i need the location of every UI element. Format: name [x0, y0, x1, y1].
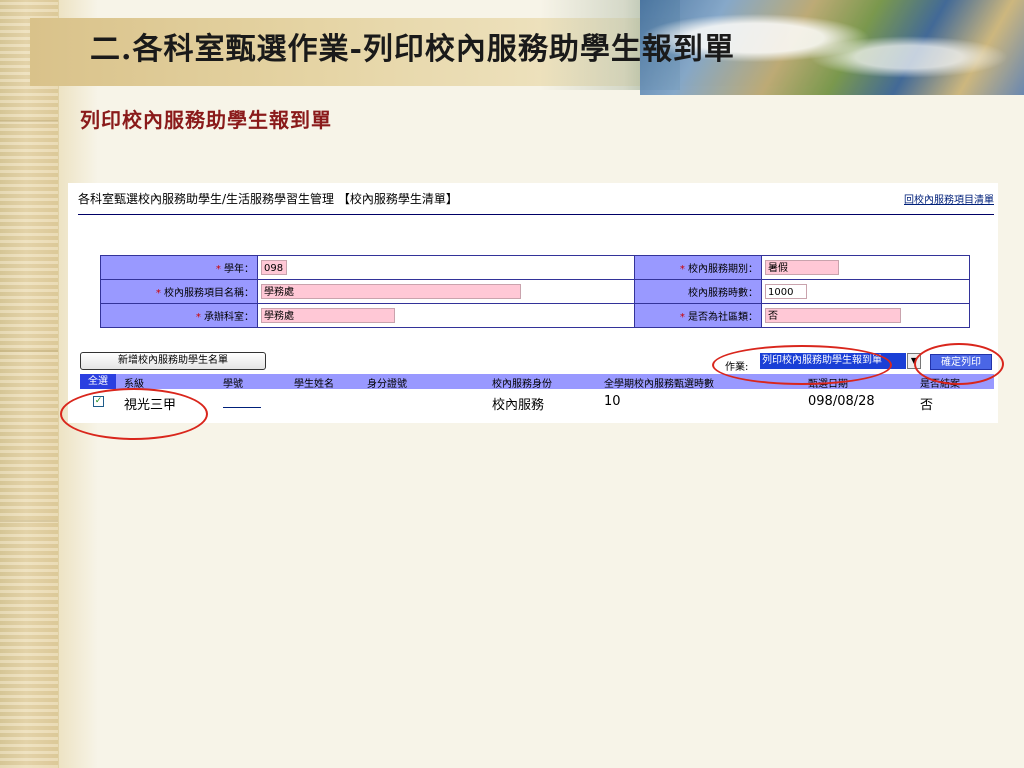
- col-student-id: 學號: [223, 379, 243, 390]
- period-label: * 校內服務期別：: [634, 255, 762, 280]
- annotation-ellipse-operation: [712, 345, 892, 385]
- office-field[interactable]: 學務處: [261, 308, 395, 323]
- back-to-list-link[interactable]: 回校內服務項目清單: [904, 191, 994, 206]
- select-all-button[interactable]: 全選: [80, 374, 116, 389]
- col-semester-hours: 全學期校內服務甄選時數: [604, 379, 714, 390]
- period-field[interactable]: 暑假: [765, 260, 839, 275]
- cell-closed: 否: [920, 398, 934, 413]
- item-name-field[interactable]: 學務處: [261, 284, 521, 299]
- table-row: ✓ 視光三甲 校內服務 10 098/08/28 否: [80, 391, 994, 413]
- add-student-list-button[interactable]: 新增校內服務助學生名單: [80, 352, 266, 370]
- slide-subtitle: 列印校內服務助學生報到單: [80, 108, 332, 132]
- is-social-field[interactable]: 否: [765, 308, 901, 323]
- year-label: * 學年：: [100, 255, 258, 280]
- hours-label: 校內服務時數：: [634, 279, 762, 304]
- slide-title: 二.各科室甄選作業-列印校內服務助學生報到單: [90, 32, 735, 67]
- cell-identity: 校內服務: [492, 398, 545, 413]
- item-name-label: * 校內服務項目名稱：: [100, 279, 258, 304]
- annotation-ellipse-print: [914, 343, 1004, 385]
- office-label: * 承辦科室：: [100, 303, 258, 328]
- breadcrumb: 各科室甄選校內服務助學生/生活服務學習生管理 【校內服務學生清單】: [78, 192, 458, 206]
- hours-field[interactable]: 1000: [765, 284, 807, 299]
- annotation-ellipse-checkbox: [60, 388, 208, 440]
- app-screenshot-panel: 各科室甄選校內服務助學生/生活服務學習生管理 【校內服務學生清單】 回校內服務項…: [68, 183, 998, 423]
- student-id-link[interactable]: [223, 407, 261, 408]
- col-name: 學生姓名: [294, 379, 334, 390]
- breadcrumb-divider: [78, 214, 994, 215]
- col-id-number: 身分證號: [367, 379, 407, 390]
- cell-semester-hours: 10: [604, 394, 621, 409]
- year-field[interactable]: 098: [261, 260, 287, 275]
- is-social-label: * 是否為社區類：: [634, 303, 762, 328]
- decorative-left-strip: [0, 0, 59, 768]
- service-info-form: * 學年： 098 * 校內服務期別： 暑假 * 校內服務項目名稱： 學務處 校…: [100, 255, 970, 328]
- col-identity: 校內服務身份: [492, 379, 552, 390]
- cell-date: 098/08/28: [808, 394, 875, 409]
